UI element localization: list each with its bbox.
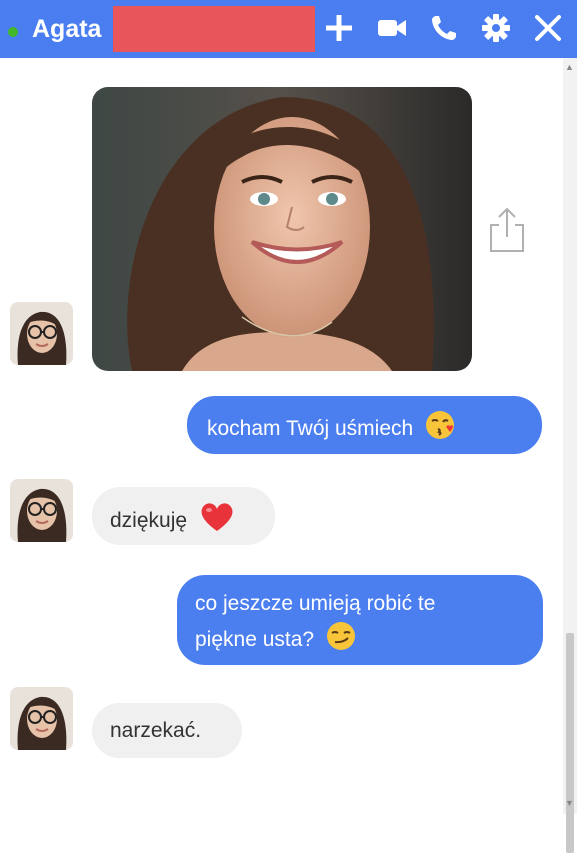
message-text: kocham Twój uśmiech xyxy=(207,417,414,441)
scroll-up-arrow-icon[interactable]: ▲ xyxy=(565,62,574,72)
scroll-down-arrow-icon[interactable]: ▼ xyxy=(565,798,574,808)
contact-name[interactable]: Agata xyxy=(32,15,101,44)
avatar[interactable] xyxy=(10,479,73,542)
outgoing-message[interactable]: kocham Twój uśmiech xyxy=(187,396,542,454)
smirking-face-emoji-icon xyxy=(326,621,356,660)
redacted-surname-block xyxy=(113,6,315,52)
message-text-line-2: piękne usta? xyxy=(195,628,315,652)
gear-icon[interactable] xyxy=(479,11,513,45)
close-icon[interactable] xyxy=(531,11,565,45)
red-heart-emoji-icon xyxy=(199,501,235,542)
avatar[interactable] xyxy=(10,687,73,750)
scrollbar[interactable]: ▲ ▼ xyxy=(563,58,577,853)
scroll-thumb[interactable] xyxy=(566,633,574,853)
plus-icon[interactable] xyxy=(322,11,356,45)
chat-header: Agata xyxy=(0,0,577,58)
message-text-line-1: co jeszcze umieją robić te xyxy=(195,592,436,615)
phone-icon[interactable] xyxy=(427,11,461,45)
incoming-message[interactable]: dziękuję xyxy=(92,487,275,545)
message-text: narzekać. xyxy=(110,719,202,742)
outgoing-message[interactable]: co jeszcze umieją robić te piękne usta? xyxy=(177,575,543,665)
shared-photo[interactable] xyxy=(92,87,472,371)
online-status-icon xyxy=(8,27,18,37)
message-text: dziękuję xyxy=(110,509,188,533)
incoming-message[interactable]: narzekać. xyxy=(92,703,242,758)
avatar[interactable] xyxy=(10,302,73,365)
video-camera-icon[interactable] xyxy=(375,11,409,45)
kissing-face-emoji-icon xyxy=(425,410,455,449)
share-icon[interactable] xyxy=(487,205,527,255)
